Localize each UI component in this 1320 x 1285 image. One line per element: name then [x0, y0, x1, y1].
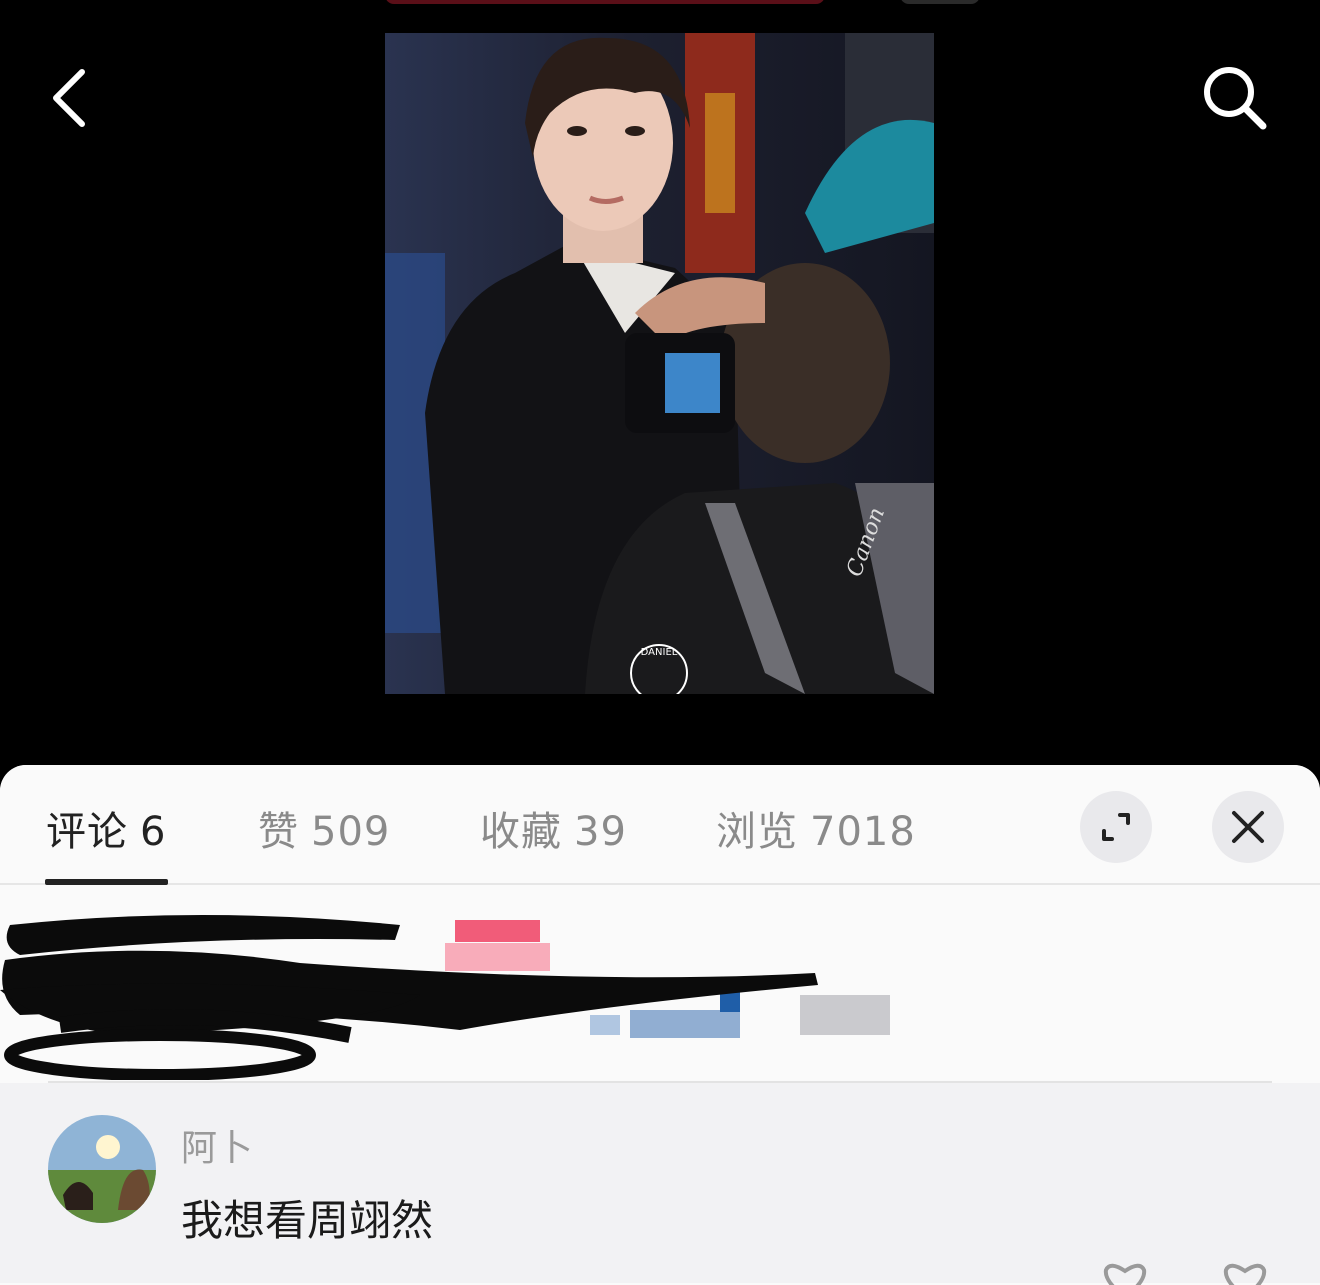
- comments-sheet: 评论 6 赞 509 收藏 39 浏览 7018 阿卜 我想看周翊然: [0, 765, 1320, 1285]
- expand-icon: [1102, 813, 1130, 841]
- tab-count: 39: [574, 809, 627, 855]
- redaction-scribble: [0, 915, 890, 1081]
- back-button[interactable]: [40, 58, 110, 138]
- tab-label: 评论: [46, 809, 128, 855]
- photo-illustration: Canon DANIEL: [385, 33, 934, 694]
- avatar[interactable]: [48, 1115, 156, 1223]
- post-photo[interactable]: Canon DANIEL: [385, 33, 934, 694]
- image-viewer: Canon DANIEL: [0, 0, 1320, 780]
- heart-icon[interactable]: [1100, 1259, 1150, 1285]
- tab-label: 浏览: [716, 809, 798, 855]
- tab-count: 509: [311, 809, 391, 855]
- dislike-icon[interactable]: [1220, 1259, 1270, 1285]
- search-button[interactable]: [1195, 58, 1275, 138]
- tab-favorites[interactable]: 收藏 39: [480, 799, 627, 857]
- tab-likes[interactable]: 赞 509: [258, 799, 390, 857]
- close-button[interactable]: [1212, 791, 1284, 863]
- status-dot: [900, 0, 980, 4]
- avatar-image: [48, 1115, 156, 1223]
- tab-comments[interactable]: 评论 6: [46, 799, 166, 857]
- close-icon: [1232, 811, 1264, 843]
- redacted-content: [0, 885, 1320, 1081]
- tab-views[interactable]: 浏览 7018: [716, 799, 916, 857]
- comment-item: 阿卜 我想看周翊然: [0, 1083, 1320, 1285]
- watermark-text: DANIEL: [641, 647, 678, 658]
- search-icon: [1204, 67, 1267, 130]
- tab-bar: 评论 6 赞 509 收藏 39 浏览 7018: [0, 765, 1320, 885]
- tab-label: 收藏: [480, 809, 562, 855]
- comment-author[interactable]: 阿卜: [181, 1119, 253, 1171]
- status-pill: [385, 0, 825, 4]
- chevron-left-icon: [53, 69, 85, 127]
- tab-count: 7018: [810, 809, 916, 855]
- tab-count: 6: [140, 809, 167, 855]
- comment-text: 我想看周翊然: [181, 1196, 434, 1245]
- expand-button[interactable]: [1080, 791, 1152, 863]
- tab-label: 赞: [258, 809, 299, 855]
